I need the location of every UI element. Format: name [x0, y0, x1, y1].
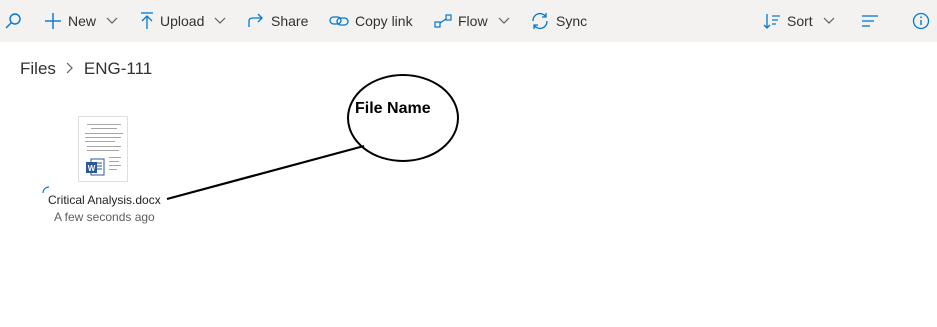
chevron-down-icon: [214, 17, 226, 24]
new-label: New: [68, 13, 97, 29]
command-bar: New Upload Share Copy link Flow Sync Sor…: [0, 0, 937, 42]
breadcrumb-current-folder: ENG-111: [83, 59, 153, 78]
word-icon: W: [86, 158, 105, 176]
view-options-icon[interactable]: [861, 0, 879, 42]
upload-button[interactable]: Upload: [140, 0, 226, 42]
flow-label: Flow: [458, 13, 488, 29]
file-tile[interactable]: W Critical Analysis.docx A few seconds a…: [40, 112, 170, 232]
sort-label: Sort: [787, 13, 813, 29]
chevron-down-icon: [498, 17, 509, 24]
breadcrumb-files[interactable]: Files: [20, 59, 56, 79]
chevron-down-icon: [106, 17, 118, 24]
svg-text:W: W: [88, 164, 96, 173]
chevron-down-icon: [823, 17, 835, 24]
breadcrumb: Files ENG-111: [20, 58, 152, 80]
upload-arrow-icon: [141, 12, 153, 29]
chevron-right-icon: [66, 61, 74, 77]
new-button[interactable]: New: [44, 0, 118, 42]
copy-link-label: Copy link: [355, 13, 413, 29]
share-label: Share: [271, 13, 309, 29]
file-name[interactable]: Critical Analysis.docx: [48, 193, 161, 207]
annotation-label: File Name: [355, 100, 431, 117]
sync-label: Sync: [556, 13, 588, 29]
annotation-ellipse: [347, 74, 459, 162]
info-icon[interactable]: [912, 0, 930, 42]
plus-icon: [45, 13, 61, 29]
annotation-pointer-line: [166, 144, 365, 201]
sort-icon: [763, 14, 780, 29]
flow-icon: [434, 14, 452, 28]
share-icon: [248, 13, 263, 27]
sync-icon: [532, 13, 548, 29]
flow-button[interactable]: Flow: [434, 0, 510, 42]
upload-label: Upload: [160, 13, 205, 29]
link-icon: [329, 16, 349, 26]
search-icon[interactable]: [4, 0, 22, 42]
sync-button[interactable]: Sync: [530, 0, 587, 42]
copy-link-button[interactable]: Copy link: [329, 0, 413, 42]
file-modified-time: A few seconds ago: [54, 210, 155, 224]
file-thumbnail[interactable]: W: [78, 116, 128, 182]
share-button[interactable]: Share: [247, 0, 308, 42]
sort-button[interactable]: Sort: [763, 0, 835, 42]
